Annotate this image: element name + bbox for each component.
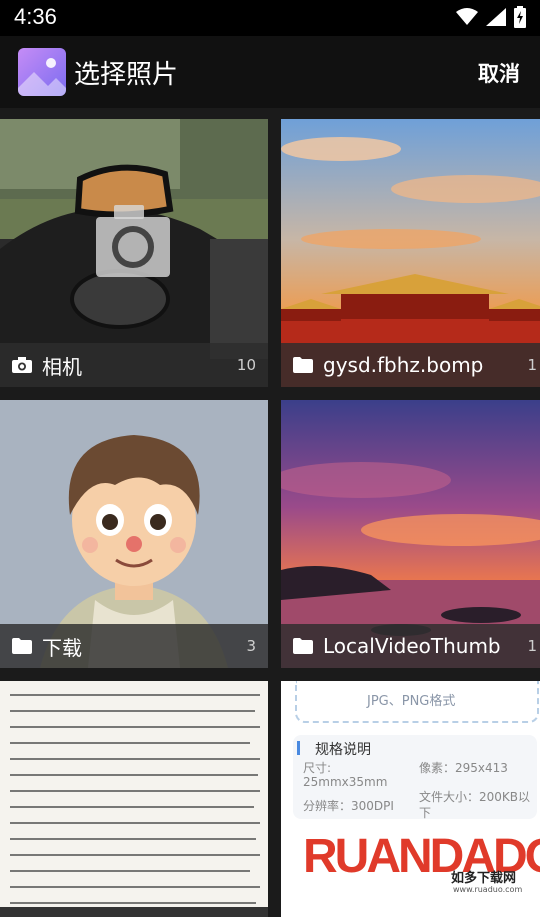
album-name: gysd.fbhz.bomp xyxy=(323,353,484,377)
album-count: 1 xyxy=(527,356,537,374)
doc-size-value: 25mmx35mm xyxy=(303,775,388,789)
doc-size-label: 尺寸: xyxy=(303,761,332,775)
doc-dpi: 分辨率：300DPI xyxy=(303,799,394,813)
doc-pixels: 像素：295x413 xyxy=(419,761,508,775)
album-caption: 下载 3 xyxy=(0,624,268,668)
album-count: 10 xyxy=(236,356,256,374)
album-tile-camera[interactable]: 相机 10 xyxy=(0,119,268,387)
album-caption: 相机 10 xyxy=(0,343,268,387)
status-icons xyxy=(456,6,526,28)
album-caption: LocalVideoThumb 1 xyxy=(281,624,540,668)
folder-icon xyxy=(11,635,33,657)
album-tile-download[interactable]: 下载 3 xyxy=(0,400,268,668)
album-count: 1 xyxy=(527,637,537,655)
watermark-url: www.ruaduo.com xyxy=(453,885,523,894)
doc-filesize: 文件大小：200KB以下 xyxy=(419,790,531,820)
album-tile-gysd[interactable]: gysd.fbhz.bomp 1 xyxy=(281,119,540,387)
page-title: 选择照片 xyxy=(74,60,179,90)
album-name: 相机 xyxy=(42,354,82,379)
album-tile-localvideothumb[interactable]: LocalVideoThumb 1 xyxy=(281,400,540,668)
folder-icon xyxy=(292,635,314,657)
watermark-cn: 如多下载网 xyxy=(451,871,517,886)
album-thumbnail xyxy=(0,681,268,917)
ruaduo-watermark-logo: RUANDADO 如多下载网 www.ruaduo.com xyxy=(303,829,540,899)
album-name: LocalVideoThumb xyxy=(323,634,501,658)
album-caption: gysd.fbhz.bomp 1 xyxy=(281,343,540,387)
album-grid: 相机 10 gysd.fbhz.bomp 1 下载 3 LocalVideoTh… xyxy=(0,119,540,917)
cancel-button[interactable]: 取消 xyxy=(478,58,520,88)
album-name: 下载 xyxy=(42,635,82,660)
doc-format-text: JPG、PNG格式 xyxy=(367,694,456,709)
signal-icon xyxy=(486,8,506,26)
album-tile-document[interactable]: JPG、PNG格式 规格说明 尺寸: 25mmx35mm 像素：295x413 … xyxy=(281,681,540,917)
status-time: 4:36 xyxy=(14,4,57,29)
wifi-icon xyxy=(456,8,478,25)
status-bar: 4:36 xyxy=(0,0,540,36)
doc-heading: 规格说明 xyxy=(315,742,371,758)
battery-icon xyxy=(514,6,526,28)
doc-heading-marker xyxy=(297,741,300,755)
album-count: 3 xyxy=(246,637,256,655)
album-tile-handwriting[interactable] xyxy=(0,681,268,917)
doc-upload-box: JPG、PNG格式 xyxy=(295,681,539,723)
app-bar: 选择照片 取消 xyxy=(0,36,540,108)
camera-icon xyxy=(11,354,33,376)
folder-icon xyxy=(292,354,314,376)
doc-spec-card: 规格说明 尺寸: 25mmx35mm 像素：295x413 分辨率：300DPI… xyxy=(293,735,537,820)
gallery-app-icon xyxy=(18,48,66,96)
